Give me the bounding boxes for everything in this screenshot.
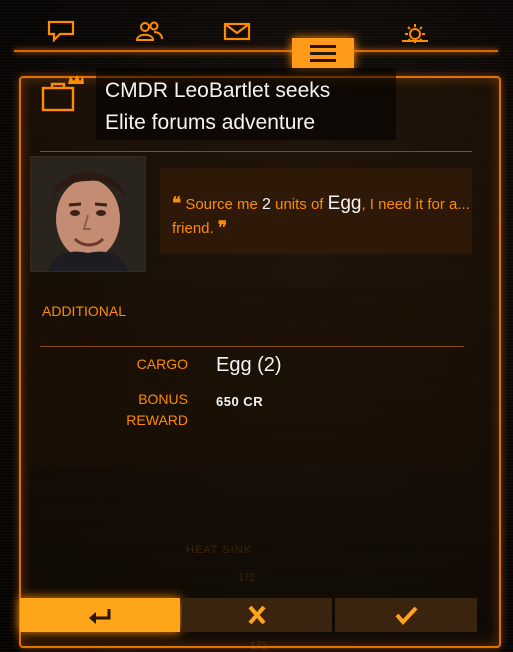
mail-icon	[223, 22, 251, 41]
tab-bar-rule	[14, 50, 498, 52]
cargo-label: CARGO	[136, 356, 188, 372]
hud-counter1: 1/2	[238, 572, 257, 584]
tab-menu[interactable]	[292, 38, 354, 68]
hud-heat-sink: HEAT SINK	[186, 544, 253, 556]
tab-mail[interactable]	[214, 14, 260, 48]
accept-button[interactable]	[335, 598, 477, 632]
decline-button[interactable]	[182, 598, 332, 632]
back-button[interactable]	[20, 598, 180, 632]
commander-portrait	[30, 156, 146, 272]
x-icon	[248, 605, 266, 625]
additional-divider	[40, 346, 464, 347]
contacts-icon	[135, 21, 163, 41]
mission-description: ❝ Source me 2 units of Egg, I need it fo…	[172, 192, 472, 240]
bonus-reward-label: BONUS REWARD	[100, 389, 188, 431]
tab-contacts[interactable]	[126, 14, 172, 48]
quote-quantity: 2	[262, 196, 271, 213]
mission-title-line1: CMDR LeoBartlet seeks	[105, 79, 331, 102]
tab-bar	[14, 10, 498, 68]
quote-text-part1: Source me	[185, 196, 263, 213]
bonus-reward-value: 650 CR	[216, 394, 264, 409]
mission-title-line2: Elite forums adventure	[105, 111, 316, 134]
menu-icon	[310, 45, 336, 62]
briefcase-crown-icon	[41, 75, 84, 112]
return-arrow-icon	[89, 609, 111, 624]
cargo-value: Egg (2)	[216, 354, 282, 376]
section-label-additional: ADDITIONAL	[42, 303, 127, 319]
checkmark-icon	[395, 606, 418, 626]
header-divider	[40, 151, 472, 152]
tab-settings[interactable]	[392, 14, 438, 48]
close-quote-icon: ❞	[217, 218, 228, 237]
bonus-label-line1: BONUS	[138, 391, 188, 407]
quote-item: Egg	[327, 193, 362, 214]
hud-counter2: 1/2	[250, 640, 269, 652]
settings-icon	[402, 24, 428, 43]
quote-text-part2: units of	[270, 196, 328, 213]
chat-icon	[47, 20, 75, 43]
bonus-label-line2: REWARD	[126, 412, 188, 428]
portrait-face	[31, 157, 145, 271]
open-quote-icon: ❝	[172, 194, 182, 213]
tab-chat[interactable]	[38, 14, 84, 48]
